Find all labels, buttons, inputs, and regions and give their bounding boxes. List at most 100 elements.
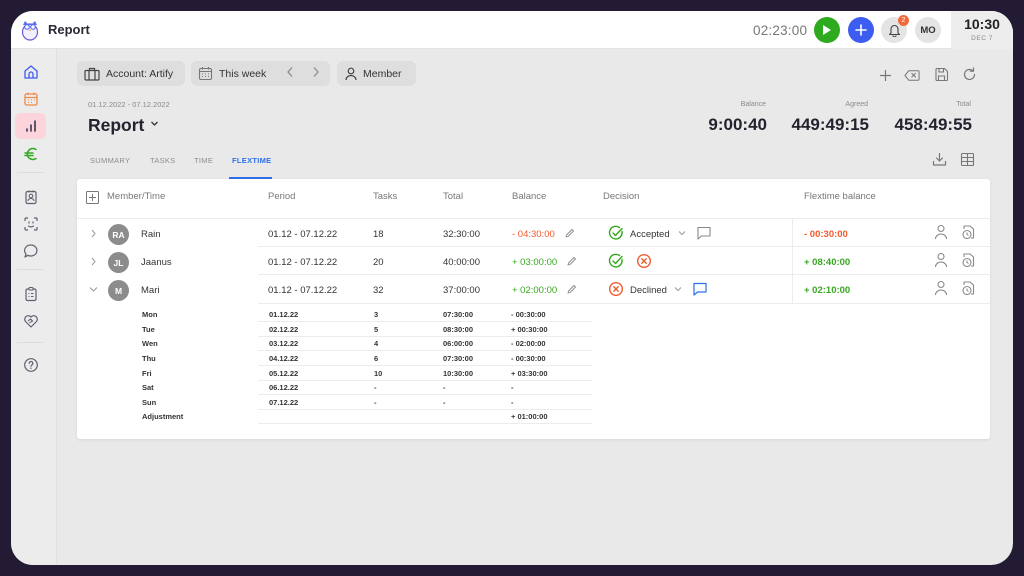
edit-pencil-icon[interactable] [566, 256, 577, 267]
accepted-check-circle-icon[interactable] [608, 225, 624, 241]
title-chevron-down-icon[interactable] [150, 120, 159, 127]
column-header-tasks[interactable]: Tasks [373, 191, 397, 202]
play-icon [822, 24, 832, 36]
timesheet-clock-icon[interactable] [961, 224, 975, 240]
chevron-down-icon[interactable] [674, 286, 682, 292]
sidebar-item-face-scan[interactable] [15, 211, 46, 237]
sidebar-item-help[interactable] [15, 352, 46, 378]
detail-balance: + 01:00:00 [511, 412, 548, 421]
period-filter-label[interactable]: This week [219, 68, 266, 80]
declined-x-circle-icon[interactable] [608, 281, 624, 297]
avatar: JL [108, 252, 129, 273]
chevron-down-icon[interactable] [678, 230, 686, 236]
agreed-value: 449:49:15 [791, 115, 869, 134]
member-name: Jaanus [141, 257, 172, 268]
avatar: M [108, 280, 129, 301]
chevron-right-icon[interactable] [90, 257, 97, 266]
column-header-total[interactable]: Total [443, 191, 463, 202]
download-icon[interactable] [931, 151, 947, 167]
sidebar-divider [17, 172, 43, 173]
user-icon [345, 67, 357, 81]
detail-total: 07:30:00 [443, 354, 474, 363]
flextime-balance-cell: - 00:30:00 [804, 229, 848, 240]
detail-total: 08:30:00 [443, 325, 474, 334]
tab-summary[interactable]: SUMMARY [90, 156, 130, 165]
row-divider [258, 303, 990, 304]
add-icon[interactable] [877, 67, 893, 83]
refresh-icon[interactable] [961, 66, 977, 82]
detail-divider [258, 365, 592, 366]
detail-day: Thu [142, 354, 156, 363]
tab-time[interactable]: TIME [194, 156, 213, 165]
page-title[interactable]: Report [88, 115, 144, 136]
column-header-decision[interactable]: Decision [603, 191, 639, 202]
avatar: RA [108, 224, 129, 245]
detail-tasks: 10 [374, 369, 383, 378]
detail-day: Sun [142, 398, 157, 407]
total-cell: 32:30:00 [443, 229, 480, 240]
member-profile-icon[interactable] [934, 224, 948, 240]
account-filter-label: Account: Artify [106, 67, 174, 80]
detail-day: Tue [142, 325, 155, 334]
sidebar-item-chat[interactable] [15, 238, 46, 264]
detail-total: 07:30:00 [443, 310, 474, 319]
chevron-down-icon[interactable] [89, 286, 98, 293]
sidebar-item-contacts[interactable] [15, 184, 46, 210]
table-view-icon[interactable] [959, 151, 975, 167]
flextime-table: Member/Time Period Tasks Total Balance D… [77, 179, 990, 439]
agreed-label: Agreed [845, 101, 868, 108]
sidebar-item-home[interactable] [15, 59, 46, 85]
balance-cell: - 04:30:00 [512, 229, 555, 240]
timesheet-clock-icon[interactable] [961, 252, 975, 268]
start-timer-button[interactable] [814, 17, 840, 43]
next-period-chevron-right-icon[interactable] [312, 66, 320, 78]
column-header-period[interactable]: Period [268, 191, 295, 202]
previous-period-chevron-left-icon[interactable] [286, 66, 294, 78]
quick-add-button[interactable] [848, 17, 874, 43]
detail-balance: - [511, 398, 514, 407]
sidebar-item-calendar[interactable] [15, 86, 46, 112]
decision-dropdown[interactable]: Accepted [630, 229, 670, 240]
user-avatar-button[interactable]: MO [915, 17, 941, 43]
edit-pencil-icon[interactable] [566, 284, 577, 295]
top-bar: Report 02:23:00 2 MO 10:30 DEC 7 [11, 11, 1013, 49]
save-icon[interactable] [933, 66, 949, 82]
tab-tasks[interactable]: TASKS [150, 156, 176, 165]
detail-divider [258, 409, 592, 410]
comment-icon[interactable] [696, 225, 712, 241]
sidebar-item-reports[interactable] [15, 113, 46, 139]
tab-flextime[interactable]: FLEXTIME [232, 156, 271, 165]
timesheet-clock-icon[interactable] [961, 280, 975, 296]
member-filter-button[interactable]: Member [337, 61, 416, 86]
period-filter: This week [191, 61, 330, 86]
sidebar-item-handshake[interactable] [15, 308, 46, 334]
expand-all-plus-icon[interactable] [86, 191, 99, 204]
accept-check-circle-icon[interactable] [608, 253, 624, 269]
detail-divider [258, 350, 592, 351]
date-range: 01.12.2022 - 07.12.2022 [88, 100, 170, 109]
flextime-balance-cell: + 02:10:00 [804, 285, 851, 296]
row-divider [258, 246, 990, 247]
detail-tasks: 3 [374, 310, 379, 319]
column-header-member[interactable]: Member/Time [107, 191, 165, 202]
comment-active-icon[interactable] [692, 281, 708, 297]
clear-backspace-icon[interactable] [904, 67, 920, 83]
account-filter-button[interactable]: Account: Artify [77, 61, 185, 86]
decline-x-circle-icon[interactable] [636, 253, 652, 269]
edit-pencil-icon[interactable] [564, 228, 575, 239]
decision-dropdown[interactable]: Declined [630, 285, 667, 296]
detail-day: Adjustment [142, 412, 184, 421]
detail-divider [258, 336, 592, 337]
column-header-flextime-balance[interactable]: Flextime balance [804, 191, 876, 202]
tasks-cell: 18 [373, 229, 384, 240]
chevron-right-icon[interactable] [90, 229, 97, 238]
member-filter-label: Member [363, 67, 402, 80]
member-profile-icon[interactable] [934, 252, 948, 268]
sidebar-item-finance[interactable] [15, 141, 46, 167]
detail-tasks: - [374, 383, 377, 392]
column-header-balance[interactable]: Balance [512, 191, 546, 202]
detail-divider [258, 423, 592, 424]
sidebar-item-clipboard[interactable] [15, 281, 46, 307]
member-profile-icon[interactable] [934, 280, 948, 296]
detail-date: 04.12.22 [269, 354, 299, 363]
